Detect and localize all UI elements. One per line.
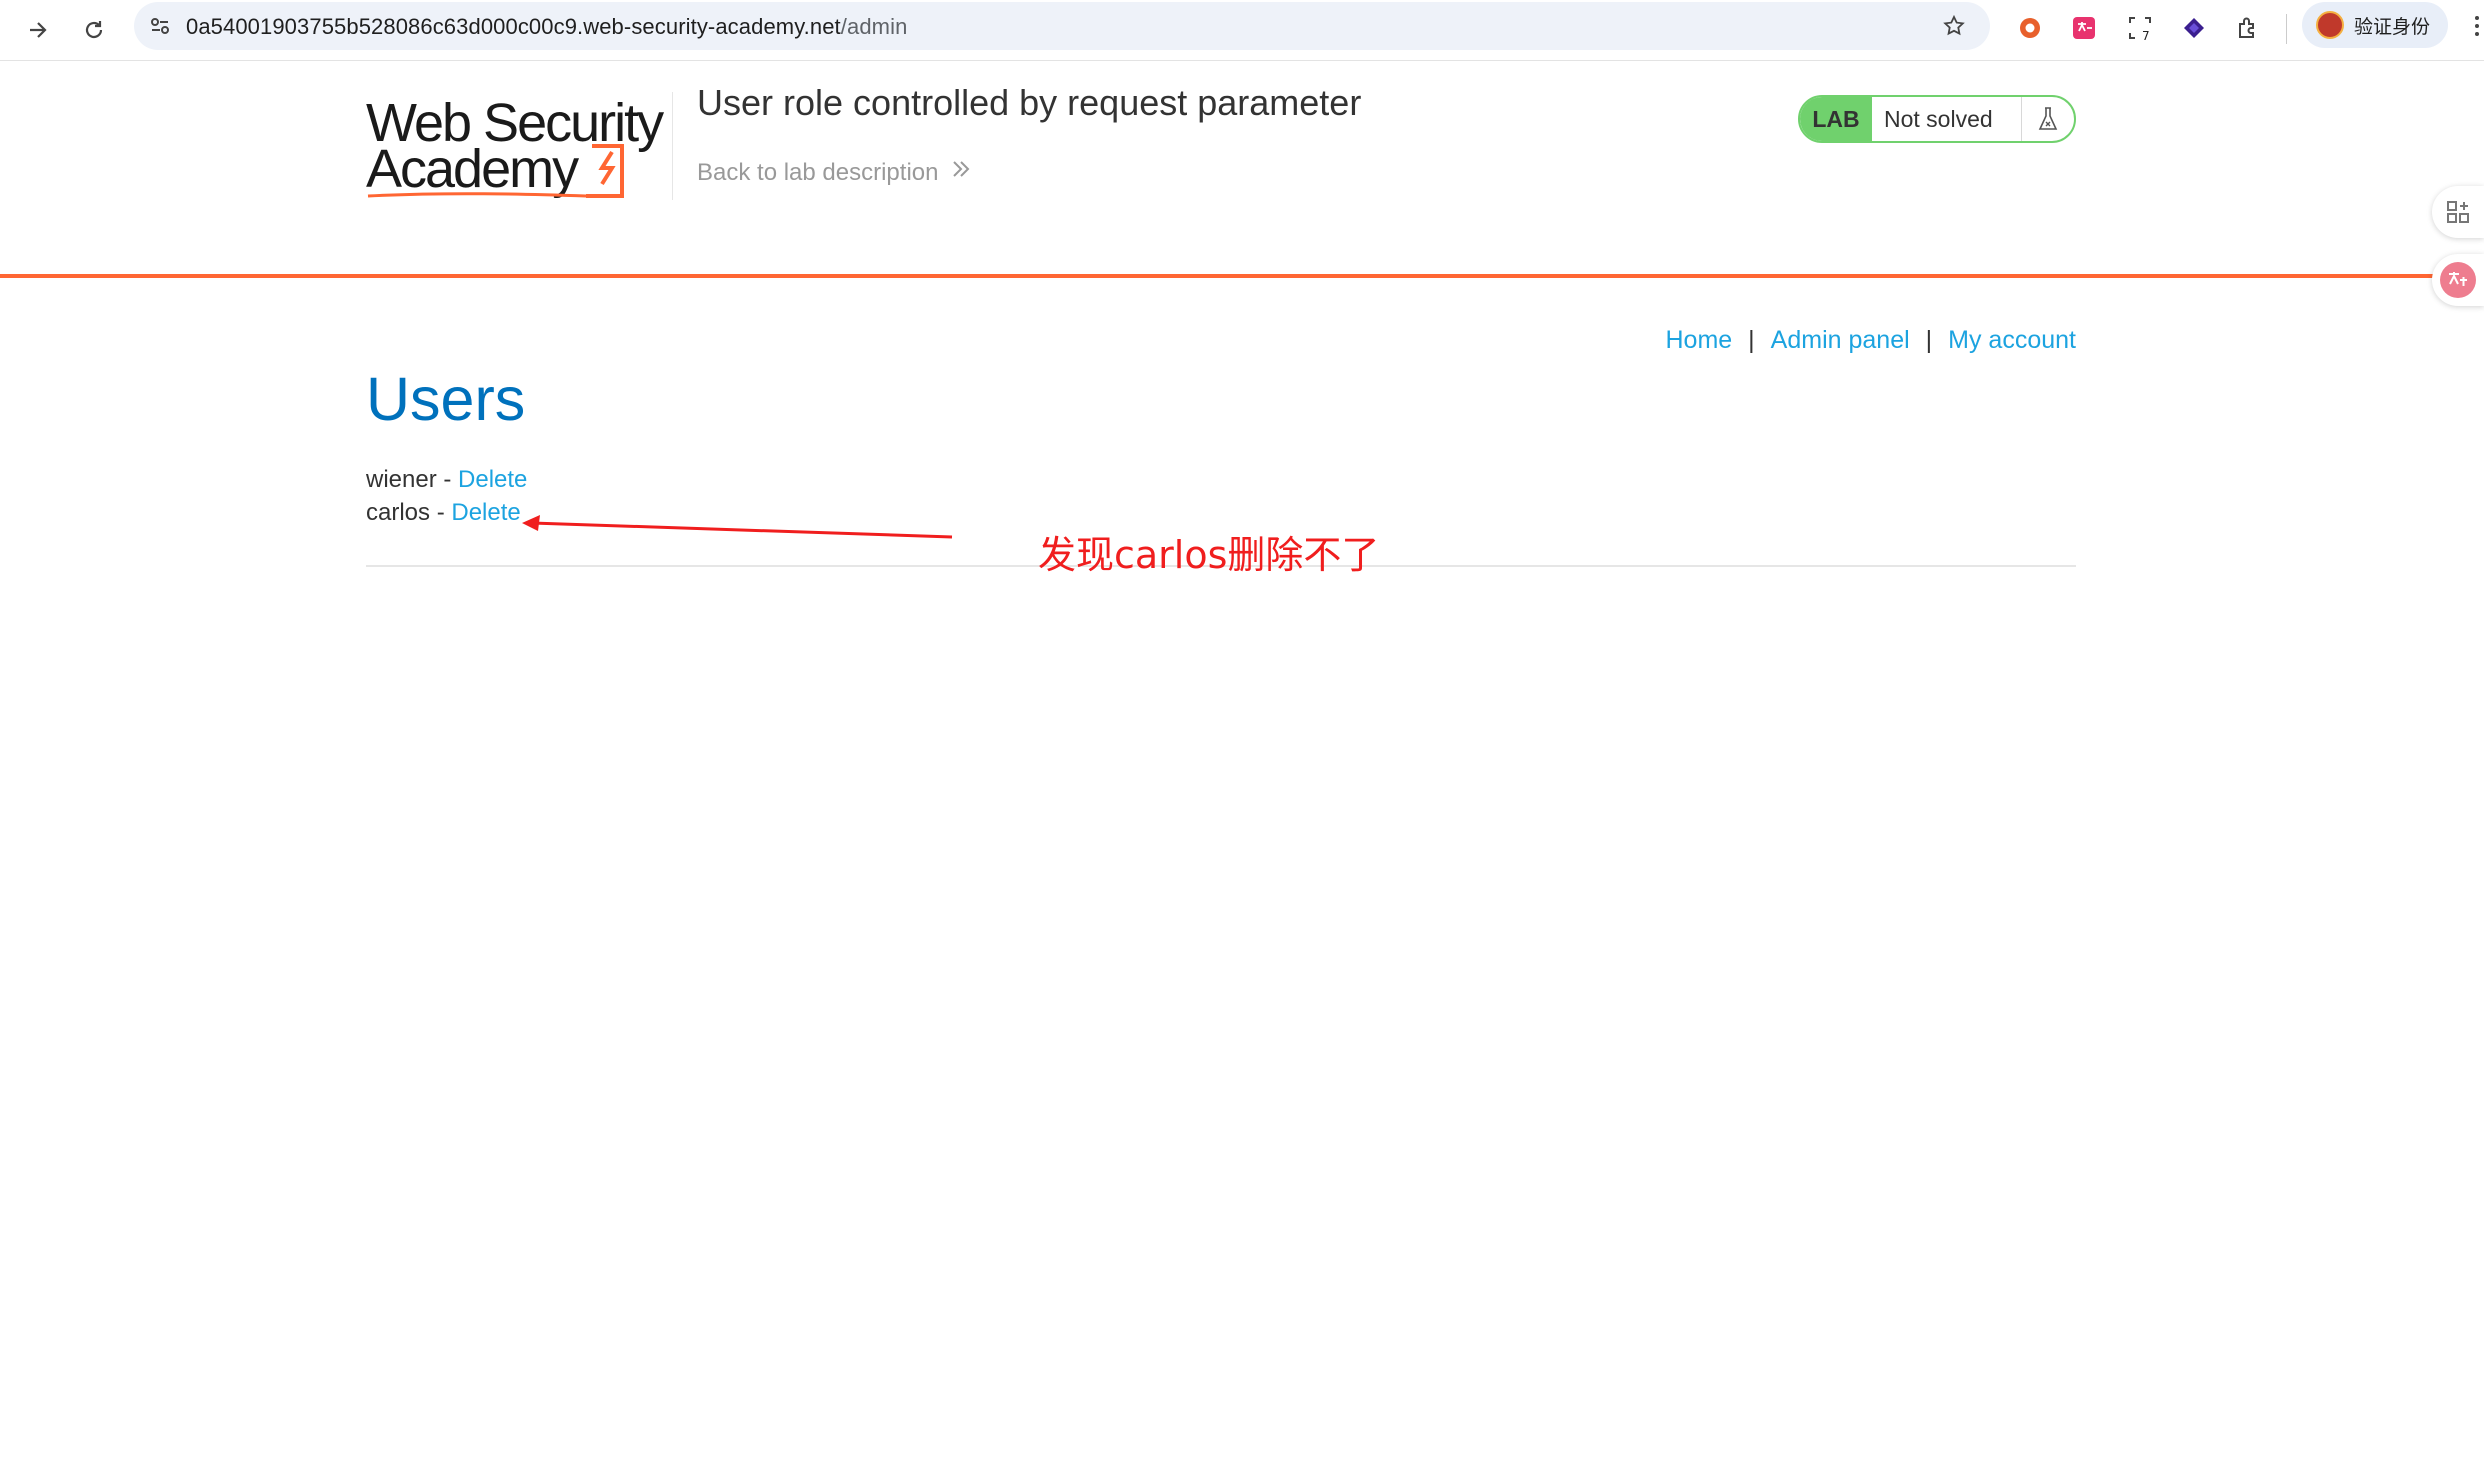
- profile-button[interactable]: 验证身份: [2302, 2, 2448, 48]
- sidebar-translate-widget-icon[interactable]: [2432, 254, 2484, 306]
- back-to-lab-description-link[interactable]: Back to lab description: [697, 158, 972, 187]
- url-host: 0a54001903755b528086c63d000c00c9.web-sec…: [186, 14, 841, 39]
- lab-title: User role controlled by request paramete…: [697, 82, 1362, 123]
- browser-menu-icon[interactable]: [2470, 12, 2484, 48]
- nav-separator: |: [1925, 326, 1933, 354]
- user-row-wiener: wiener - Delete: [366, 466, 527, 494]
- user-row-carlos: carlos - Delete: [366, 499, 521, 527]
- nav-home-link[interactable]: Home: [1665, 326, 1732, 355]
- address-bar[interactable]: 0a54001903755b528086c63d000c00c9.web-sec…: [134, 2, 1990, 50]
- top-nav: Home | Admin panel | My account: [1665, 326, 2076, 355]
- header-accent-rule: [0, 274, 2440, 278]
- extension-circle-icon[interactable]: [2012, 10, 2048, 46]
- user-separator: -: [430, 499, 452, 526]
- url-text[interactable]: 0a54001903755b528086c63d000c00c9.web-sec…: [186, 14, 907, 40]
- url-path: /admin: [840, 14, 908, 39]
- site-info-icon[interactable]: [144, 10, 176, 42]
- page-title: Users: [366, 365, 526, 433]
- bookmark-star-icon[interactable]: [1938, 10, 1970, 42]
- delete-wiener-link[interactable]: Delete: [458, 466, 527, 493]
- user-name: wiener: [366, 466, 437, 493]
- back-link-label: Back to lab description: [697, 158, 939, 186]
- annotation-text: 发现carlos删除不了: [1038, 533, 1380, 577]
- delete-carlos-link[interactable]: Delete: [451, 499, 520, 526]
- toolbar-divider: [2286, 14, 2287, 44]
- reload-icon[interactable]: [74, 10, 114, 50]
- screenshot-extension-icon[interactable]: 7: [2122, 10, 2158, 46]
- profile-avatar: [2316, 11, 2344, 39]
- forward-icon[interactable]: [18, 10, 58, 50]
- lab-state: Not solved: [1884, 105, 1993, 132]
- user-separator: -: [436, 466, 459, 493]
- logo-lightning-mark: [367, 144, 624, 198]
- annotation-arrow: [522, 515, 953, 539]
- profile-label: 验证身份: [2354, 15, 2431, 38]
- flask-icon[interactable]: [2021, 97, 2074, 141]
- web-security-academy-logo[interactable]: Web Security Academy: [366, 92, 672, 202]
- header-divider: [672, 92, 673, 200]
- lab-status-widget: LAB Not solved: [1798, 95, 2076, 143]
- layers-extension-icon[interactable]: [2176, 10, 2212, 46]
- translate-extension-icon[interactable]: [2066, 10, 2102, 46]
- double-chevron-right-icon: [950, 158, 972, 187]
- nav-separator: |: [1748, 326, 1755, 354]
- lab-badge: LAB: [1800, 97, 1872, 141]
- user-name: carlos: [366, 499, 431, 526]
- extensions-puzzle-icon[interactable]: [2230, 10, 2266, 46]
- nav-admin-panel-link[interactable]: Admin panel: [1771, 326, 1910, 355]
- extension-badge-count: 7: [2142, 29, 2150, 42]
- browser-toolbar: 0a54001903755b528086c63d000c00c9.web-sec…: [0, 0, 2484, 61]
- sidebar-apps-widget-icon[interactable]: [2432, 186, 2484, 238]
- nav-my-account-link[interactable]: My account: [1948, 326, 2076, 355]
